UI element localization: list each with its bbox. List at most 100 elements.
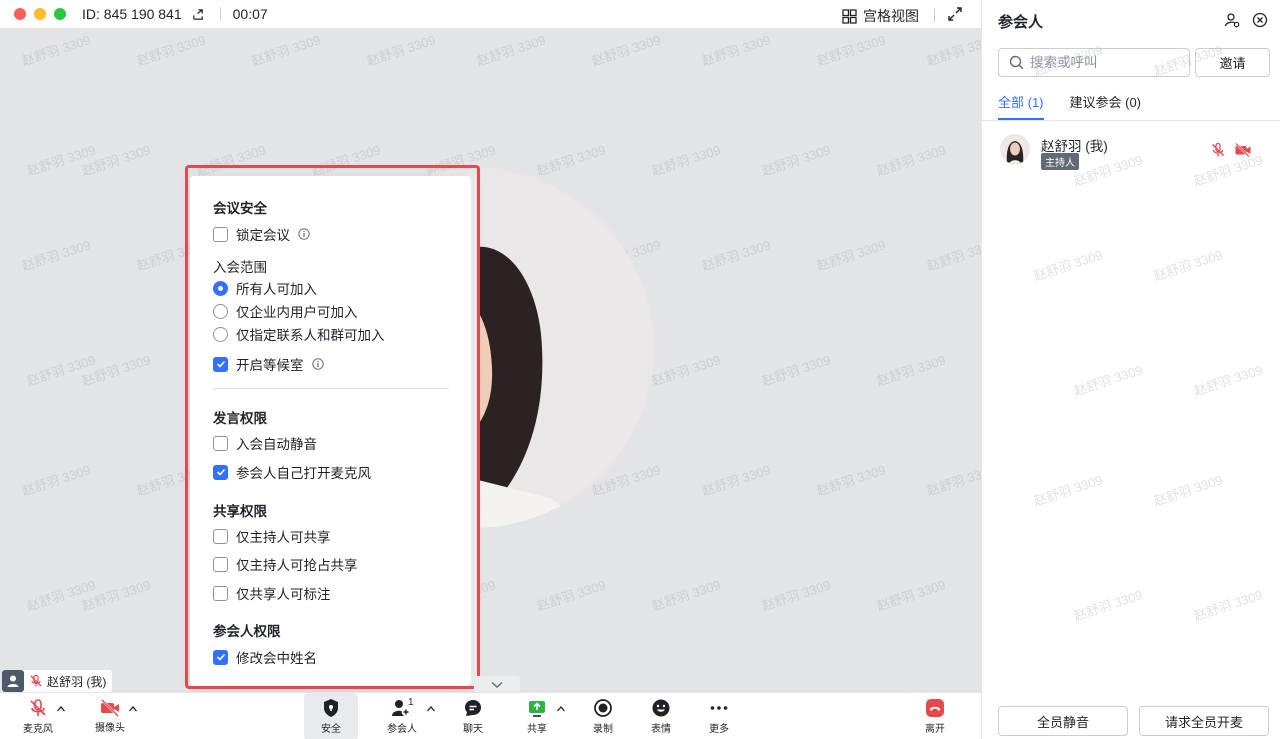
rename-checkbox[interactable] bbox=[213, 649, 228, 665]
host-preempt-share-label: 仅主持人可抢占共享 bbox=[236, 558, 358, 573]
mic-muted-icon[interactable] bbox=[1210, 142, 1226, 158]
watermark-text: 赵舒羽 3309 bbox=[24, 577, 98, 614]
host-preempt-share-option[interactable]: 仅主持人可抢占共享 bbox=[213, 555, 358, 573]
join-scope-option-internal[interactable]: 仅企业内用户可加入 bbox=[213, 302, 358, 320]
panel-scrollbar[interactable] bbox=[471, 176, 477, 686]
waiting-room-checkbox[interactable] bbox=[213, 356, 228, 372]
tab-all[interactable]: 全部 (1) bbox=[998, 92, 1044, 120]
join-scope-radio[interactable] bbox=[213, 280, 228, 296]
minimize-window-button[interactable] bbox=[34, 8, 46, 20]
emoji-icon bbox=[652, 699, 670, 717]
share-button[interactable]: 共享 bbox=[522, 693, 552, 739]
mic-options-chevron-icon[interactable] bbox=[56, 705, 66, 713]
security-button[interactable]: 安全 bbox=[304, 693, 358, 739]
invite-button[interactable]: 邀请 bbox=[1195, 48, 1270, 77]
join-scope-radio[interactable] bbox=[213, 303, 228, 319]
title-separator-2 bbox=[934, 8, 935, 22]
participants-button[interactable]: 参会人 bbox=[384, 693, 420, 739]
join-scope-radio[interactable] bbox=[213, 326, 228, 342]
share-permission-heading: 共享权限 bbox=[213, 504, 267, 519]
sharer-annotate-label: 仅共享人可标注 bbox=[236, 587, 331, 602]
host-preempt-share-checkbox[interactable] bbox=[213, 556, 228, 572]
shield-icon bbox=[324, 699, 338, 717]
meeting-id: ID: 845 190 841 bbox=[82, 6, 182, 22]
watermark-text: 赵舒羽 3309 bbox=[1151, 472, 1225, 509]
participant-name: 赵舒羽 (我) bbox=[1041, 139, 1108, 154]
host-only-share-checkbox[interactable] bbox=[213, 528, 228, 544]
watermark-text: 赵舒羽 3309 bbox=[814, 237, 888, 274]
participants-label: 参会人 bbox=[387, 724, 417, 735]
lock-meeting-option[interactable]: 锁定会议 bbox=[213, 225, 310, 243]
watermark-text: 赵舒羽 3309 bbox=[249, 32, 323, 69]
fullscreen-icon[interactable] bbox=[947, 6, 963, 22]
participant-row[interactable]: 赵舒羽 (我) 主持人 bbox=[1000, 134, 1275, 170]
manage-participants-icon[interactable] bbox=[1224, 12, 1240, 28]
search-input[interactable] bbox=[1030, 55, 1170, 70]
share-options-chevron-icon[interactable] bbox=[556, 705, 566, 713]
share-screen-icon bbox=[529, 701, 545, 717]
window-controls bbox=[14, 8, 66, 20]
close-window-button[interactable] bbox=[14, 8, 26, 20]
panel-divider bbox=[213, 388, 449, 389]
host-badge: 主持人 bbox=[1041, 153, 1079, 170]
auto-mute-checkbox[interactable] bbox=[213, 435, 228, 451]
watermark-text: 赵舒羽 3309 bbox=[24, 352, 98, 389]
watermark-text: 赵舒羽 3309 bbox=[924, 237, 981, 274]
auto-mute-option[interactable]: 入会自动静音 bbox=[213, 434, 317, 452]
watermark-text: 赵舒羽 3309 bbox=[1071, 362, 1145, 399]
participants-options-chevron-icon[interactable] bbox=[426, 705, 436, 713]
meeting-main-area: ID: 845 190 841 00:07 宫格视图 赵舒羽 3309 赵舒羽 3… bbox=[0, 0, 981, 739]
close-panel-icon[interactable] bbox=[1252, 12, 1268, 28]
join-scope-option-specified[interactable]: 仅指定联系人和群可加入 bbox=[213, 325, 385, 343]
request-unmute-all-button[interactable]: 请求全员开麦 bbox=[1139, 706, 1269, 736]
lock-meeting-label: 锁定会议 bbox=[236, 228, 290, 243]
participant-search[interactable] bbox=[998, 48, 1190, 77]
more-label: 更多 bbox=[709, 724, 729, 735]
record-button[interactable]: 录制 bbox=[588, 693, 618, 739]
waiting-room-option[interactable]: 开启等候室 bbox=[213, 355, 324, 373]
grid-view-label: 宫格视图 bbox=[863, 8, 919, 24]
join-scope-option-all[interactable]: 所有人可加入 bbox=[213, 279, 317, 297]
watermark-text: 赵舒羽 3309 bbox=[134, 32, 208, 69]
camera-off-icon[interactable] bbox=[1234, 142, 1252, 158]
search-icon bbox=[1009, 55, 1024, 70]
watermark-text: 赵舒羽 3309 bbox=[759, 577, 833, 614]
zoom-window-button[interactable] bbox=[54, 8, 66, 20]
lock-meeting-checkbox[interactable] bbox=[213, 226, 228, 242]
rename-option[interactable]: 修改会中姓名 bbox=[213, 648, 317, 666]
watermark-text: 赵舒羽 3309 bbox=[24, 142, 98, 179]
camera-button[interactable]: 摄像头 bbox=[88, 693, 132, 739]
host-only-share-option[interactable]: 仅主持人可共享 bbox=[213, 527, 331, 545]
info-icon[interactable] bbox=[298, 228, 310, 240]
waiting-room-label: 开启等候室 bbox=[236, 358, 304, 373]
share-meeting-icon[interactable] bbox=[192, 7, 206, 21]
watermark-text: 赵舒羽 3309 bbox=[79, 577, 153, 614]
chat-button[interactable]: 聊天 bbox=[458, 693, 488, 739]
more-button[interactable]: 更多 bbox=[704, 693, 734, 739]
tab-suggested[interactable]: 建议参会 (0) bbox=[1070, 92, 1142, 120]
participant-permission-heading: 参会人权限 bbox=[213, 624, 281, 639]
mic-button[interactable]: 麦克风 bbox=[16, 693, 60, 739]
watermark-text: 赵舒羽 3309 bbox=[649, 142, 723, 179]
grid-icon bbox=[842, 8, 857, 24]
share-label: 共享 bbox=[527, 724, 547, 735]
participants-panel: 参会人 邀请 全部 (1) 建议参会 (0) 赵舒羽 (我) 主持人 全员静音 … bbox=[981, 0, 1280, 739]
watermark-text: 赵舒羽 3309 bbox=[589, 32, 663, 69]
sharer-annotate-option[interactable]: 仅共享人可标注 bbox=[213, 584, 331, 602]
watermark-text: 赵舒羽 3309 bbox=[79, 142, 153, 179]
sharer-annotate-checkbox[interactable] bbox=[213, 585, 228, 601]
grid-view-button[interactable]: 宫格视图 bbox=[842, 6, 919, 26]
meeting-security-heading: 会议安全 bbox=[213, 201, 267, 216]
self-unmute-option[interactable]: 参会人自己打开麦克风 bbox=[213, 463, 371, 481]
record-icon bbox=[594, 699, 612, 717]
watermark-text: 赵舒羽 3309 bbox=[19, 32, 93, 69]
camera-options-chevron-icon[interactable] bbox=[128, 705, 138, 713]
self-unmute-checkbox[interactable] bbox=[213, 464, 228, 480]
tabs-divider bbox=[982, 120, 1280, 121]
leave-button[interactable]: 离开 bbox=[920, 693, 950, 739]
watermark-text: 赵舒羽 3309 bbox=[874, 352, 948, 389]
info-icon[interactable] bbox=[311, 358, 324, 370]
watermark-text: 赵舒羽 3309 bbox=[309, 142, 383, 179]
reactions-button[interactable]: 表情 bbox=[646, 693, 676, 739]
mute-all-button[interactable]: 全员静音 bbox=[998, 706, 1128, 736]
